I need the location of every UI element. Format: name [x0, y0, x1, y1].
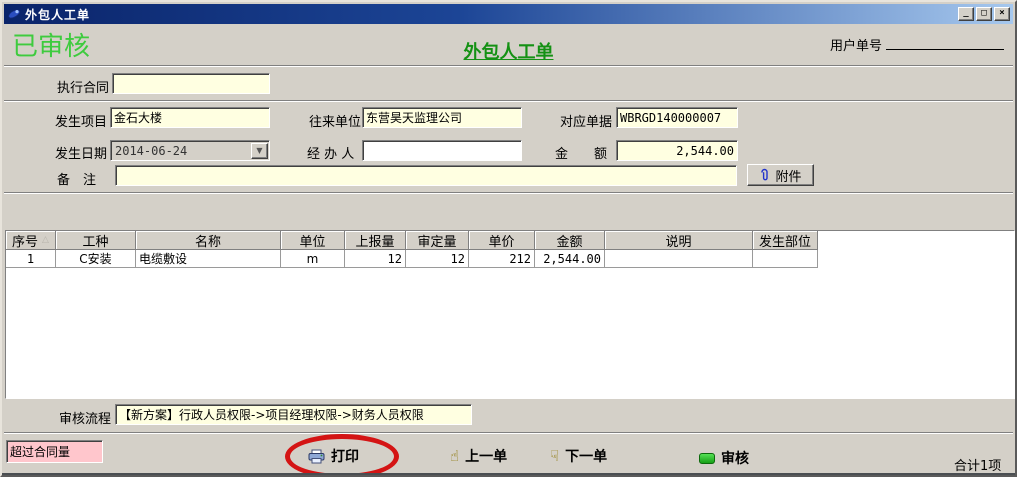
warning-input[interactable] — [6, 440, 103, 463]
print-button[interactable]: 打印 — [308, 446, 359, 466]
column-header[interactable]: 上报量 — [345, 231, 406, 250]
chevron-down-icon[interactable]: ▼ — [251, 143, 268, 159]
column-header[interactable]: 金额 — [535, 231, 605, 250]
column-header[interactable]: 工种 — [56, 231, 136, 250]
separator — [4, 192, 1013, 194]
column-header[interactable]: 审定量 — [406, 231, 469, 250]
doc-no-label: 对应单据 — [560, 111, 612, 130]
window-title: 外包人工单 — [25, 6, 90, 23]
workflow-input[interactable] — [115, 404, 472, 425]
column-header[interactable]: 单位 — [281, 231, 345, 250]
attachment-button-label: 附件 — [775, 166, 801, 185]
cell-amount: 2,544.00 — [535, 250, 605, 268]
project-label: 发生项目 — [55, 111, 107, 130]
cell-seq: 1 — [6, 250, 56, 268]
column-header[interactable]: 单价 — [469, 231, 535, 250]
remark-input[interactable] — [115, 165, 737, 186]
date-dropdown[interactable]: 2014-06-24 ▼ — [110, 140, 270, 161]
audit-button[interactable]: 审核 — [699, 448, 749, 468]
paperclip-icon — [759, 168, 770, 182]
print-button-label: 打印 — [331, 446, 359, 466]
separator — [4, 65, 1013, 67]
handler-input[interactable] — [362, 140, 522, 161]
hand-down-icon: ☟ — [550, 449, 559, 464]
amount-label: 金 额 — [555, 143, 607, 162]
workflow-label: 审核流程 — [59, 408, 111, 427]
column-header[interactable]: 说明 — [605, 231, 753, 250]
separator — [4, 100, 1013, 102]
cell-unitprice: 212 — [469, 250, 535, 268]
counterparty-label: 往来单位 — [309, 111, 361, 130]
audit-button-label: 审核 — [721, 448, 749, 468]
hand-up-icon: ☝ — [450, 449, 459, 464]
previous-order-button[interactable]: ☝ 上一单 — [450, 446, 507, 466]
cell-reported: 12 — [345, 250, 406, 268]
separator — [4, 432, 1013, 434]
column-header-label: 序号 — [12, 231, 38, 250]
column-header[interactable]: 序号 △ — [6, 231, 56, 250]
green-status-icon — [699, 453, 715, 464]
detail-table: 序号 △ 工种 名称 单位 上报量 审定量 单价 金额 说明 发生部位 1 C安… — [5, 230, 1015, 399]
next-order-label: 下一单 — [565, 446, 607, 466]
column-header[interactable]: 名称 — [136, 231, 281, 250]
window-bottom-edge — [2, 473, 1015, 476]
remark-label: 备 注 — [57, 169, 96, 188]
maximize-button[interactable]: □ — [976, 7, 992, 21]
cell-name: 电缆敷设 — [136, 250, 281, 268]
column-header[interactable]: 发生部位 — [753, 231, 818, 250]
cell-unit: m — [281, 250, 345, 268]
cell-worktype: C安装 — [56, 250, 136, 268]
doc-no-input[interactable] — [616, 107, 738, 128]
printer-icon — [308, 449, 325, 464]
contract-input[interactable] — [112, 73, 270, 94]
sort-indicator-icon: △ — [42, 235, 49, 245]
table-header-row: 序号 △ 工种 名称 单位 上报量 审定量 单价 金额 说明 发生部位 — [6, 231, 1014, 250]
table-row[interactable]: 1 C安装 电缆敷设 m 12 12 212 2,544.00 — [6, 250, 1014, 268]
amount-input[interactable] — [616, 140, 738, 161]
project-input[interactable] — [110, 107, 270, 128]
attachment-button[interactable]: 附件 — [747, 164, 814, 186]
handler-label: 经 办 人 — [307, 143, 354, 162]
cell-note — [605, 250, 753, 268]
close-button[interactable]: × — [994, 7, 1010, 21]
minimize-button[interactable]: _ — [958, 7, 974, 21]
app-icon — [7, 7, 21, 21]
counterparty-input[interactable] — [362, 107, 522, 128]
title-bar[interactable]: 外包人工单 _ □ × — [4, 4, 1013, 24]
cell-approved: 12 — [406, 250, 469, 268]
previous-order-label: 上一单 — [465, 446, 507, 466]
next-order-button[interactable]: ☟ 下一单 — [550, 446, 607, 466]
user-no-underline — [886, 49, 1004, 50]
date-label: 发生日期 — [55, 143, 107, 162]
contract-label: 执行合同 — [57, 77, 109, 96]
app-window: 外包人工单 _ □ × 已审核 外包人工单 用户单号 执行合同 发生项目 往来单… — [0, 0, 1017, 477]
cell-location — [753, 250, 818, 268]
user-no-label: 用户单号 — [830, 35, 882, 54]
date-value: 2014-06-24 — [111, 144, 250, 158]
total-count-label: 合计1项 — [954, 455, 1001, 474]
